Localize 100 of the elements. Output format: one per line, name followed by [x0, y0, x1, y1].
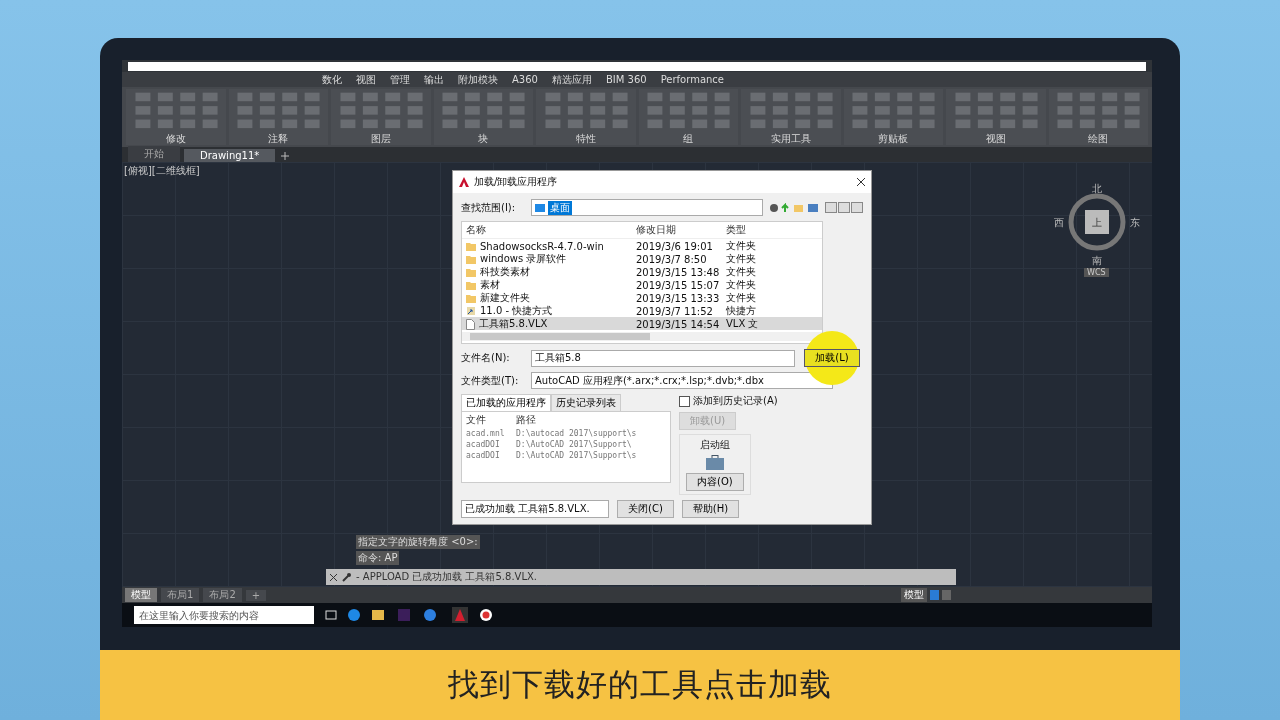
file-name: 11.0 - 快捷方式 [480, 304, 553, 317]
checkbox-label: 添加到历史记录(A) [693, 394, 778, 408]
app-file[interactable]: acad.mnl [466, 429, 516, 438]
command-text: - APPLOAD 已成功加载 工具箱5.8.VLX. [356, 570, 538, 584]
panel-label[interactable]: 块 [478, 133, 489, 145]
viewport-label[interactable]: [俯视][二维线框] [124, 164, 200, 178]
ribbon-tab[interactable]: 精选应用 [551, 72, 592, 87]
help-button[interactable]: 帮助(H) [681, 500, 740, 518]
column-header[interactable]: 名称 [466, 223, 636, 237]
shortcut-icon [466, 306, 476, 316]
file-row[interactable]: 11.0 - 快捷方式 2019/3/7 11:52 快捷方 [462, 304, 822, 317]
add-tab-icon[interactable] [279, 150, 292, 162]
app-file[interactable]: acadDOI [466, 440, 516, 449]
file-name: 新建文件夹 [480, 291, 530, 304]
status-message: 已成功加载 工具箱5.8.VLX. [461, 500, 609, 518]
file-date: 2019/3/15 15:07 [636, 279, 721, 291]
file-row[interactable]: 素材 2019/3/15 15:07 文件夹 [462, 278, 822, 291]
field-label: 查找范围(I): [461, 200, 517, 215]
app-file[interactable]: acadDOI [466, 451, 516, 460]
column-header[interactable]: 修改日期 [636, 223, 726, 237]
layout-tab[interactable]: 模型 [125, 588, 157, 602]
file-date: 2019/3/7 8:50 [636, 253, 708, 265]
file-date: 2019/3/15 13:48 [636, 266, 721, 278]
ribbon-tab[interactable]: Performance [660, 74, 724, 85]
file-tab[interactable]: 开始 [128, 146, 180, 162]
contents-button[interactable]: 内容(O) [686, 473, 744, 491]
desktop-icon [535, 203, 545, 212]
file-row[interactable]: 科技类素材 2019/3/15 13:48 文件夹 [462, 265, 822, 278]
file-row[interactable]: ShadowsocksR-4.7.0-win 2019/3/6 19:01 文件夹 [462, 239, 822, 252]
drawing-canvas[interactable] [122, 162, 1152, 587]
look-in-dropdown[interactable]: 桌面 [531, 199, 763, 216]
file-name-field[interactable]: 工具箱5.8 [531, 349, 795, 367]
column-header[interactable]: 文件 [466, 413, 516, 427]
close-button[interactable]: 关闭(C) [617, 500, 674, 518]
file-name: 工具箱5.8.VLX [479, 317, 548, 330]
panel-label[interactable]: 修改 [165, 133, 186, 145]
close-icon[interactable] [330, 573, 337, 581]
load-button[interactable]: 加载(L) [804, 349, 860, 367]
panel-label[interactable]: 特性 [575, 133, 596, 145]
app-path[interactable]: D:\autocad 2017\support\s [516, 429, 666, 438]
close-icon[interactable] [857, 178, 865, 186]
panel-label[interactable]: 实用工具 [770, 133, 811, 145]
document-icon [466, 318, 475, 330]
group-label: 启动组 [699, 438, 730, 452]
tab[interactable]: 历史记录列表 [551, 394, 621, 411]
column-header[interactable]: 类型 [726, 223, 822, 237]
tab[interactable]: 已加载的应用程序 [461, 394, 551, 411]
file-type: 文件夹 [726, 239, 757, 252]
wrench-icon[interactable] [342, 572, 351, 582]
file-type: 文件夹 [726, 291, 757, 304]
panel-label[interactable]: 视图 [985, 133, 1006, 145]
panel-label[interactable]: 组 [683, 133, 694, 145]
column-header[interactable]: 路径 [516, 413, 666, 427]
briefcase-icon [705, 455, 724, 470]
field-label: 文件类型(T): [461, 373, 520, 388]
file-name: 科技类素材 [480, 265, 530, 278]
file-name: ShadowsocksR-4.7.0-win [480, 240, 604, 252]
file-row[interactable]: 工具箱5.8.VLX 2019/3/15 14:54 VLX 文 [462, 317, 822, 330]
app-path[interactable]: D:\AutoCAD 2017\Support\ [516, 440, 666, 449]
subtitle-text: 找到下载好的工具点击加载 [448, 665, 832, 704]
panel-label[interactable]: 注释 [268, 133, 289, 145]
file-tab[interactable]: Drawing11* [184, 149, 276, 162]
panel-label[interactable]: 绘图 [1088, 133, 1109, 145]
file-date: 2019/3/7 11:52 [636, 305, 714, 317]
ribbon-tab[interactable]: 管理 [390, 72, 410, 87]
compass-label: 南 [1092, 254, 1102, 268]
model-space-toggle[interactable]: 模型 [901, 588, 927, 602]
ribbon-tab[interactable]: 数化 [322, 72, 342, 87]
toolbar-icons-drawing[interactable] [769, 202, 819, 213]
dialog-title: 加载/卸载应用程序 [474, 175, 559, 189]
file-type-dropdown[interactable]: AutoCAD 应用程序(*.arx;*.crx;*.lsp;*.dvb;*.dbx [531, 372, 833, 389]
compass-label: 北 [1092, 182, 1102, 196]
file-name: 素材 [480, 278, 500, 291]
ribbon-tab[interactable]: BIM 360 [605, 74, 647, 85]
ribbon-tab[interactable]: A360 [512, 74, 538, 85]
view-tools-drawing[interactable] [825, 202, 863, 213]
file-type: 快捷方 [726, 304, 757, 317]
layout-tab[interactable]: 布局1 [161, 588, 200, 602]
file-date: 2019/3/6 19:01 [636, 240, 714, 252]
compass-label: 西 [1054, 216, 1064, 230]
panel-label[interactable]: 图层 [370, 133, 391, 145]
layout-tab[interactable]: 布局2 [203, 588, 242, 602]
file-type: 文件夹 [726, 265, 757, 278]
compass-label: 东 [1130, 216, 1140, 230]
file-date: 2019/3/15 14:54 [636, 318, 721, 330]
grid-icon[interactable] [930, 590, 952, 600]
ribbon-tab[interactable]: 输出 [424, 72, 444, 87]
ribbon-tab[interactable]: 视图 [356, 72, 376, 87]
file-name: windows 录屏软件 [480, 252, 567, 265]
checkbox[interactable] [679, 395, 690, 407]
viewcube-drawing[interactable] [1067, 192, 1127, 252]
panel-label[interactable]: 剪贴板 [878, 133, 909, 145]
ribbon-tab[interactable]: 附加模块 [458, 72, 498, 87]
taskbar-search-field[interactable]: 在这里输入你要搜索的内容 [134, 606, 314, 624]
file-row[interactable]: 新建文件夹 2019/3/15 13:33 文件夹 [462, 291, 822, 304]
ucs-menu[interactable]: WCS [1084, 268, 1109, 277]
app-path[interactable]: D:\AutoCAD 2017\Support\s [516, 451, 666, 460]
file-row[interactable]: windows 录屏软件 2019/3/7 8:50 文件夹 [462, 252, 822, 265]
add-layout-button[interactable]: + [245, 589, 267, 601]
file-type: 文件夹 [726, 252, 757, 265]
